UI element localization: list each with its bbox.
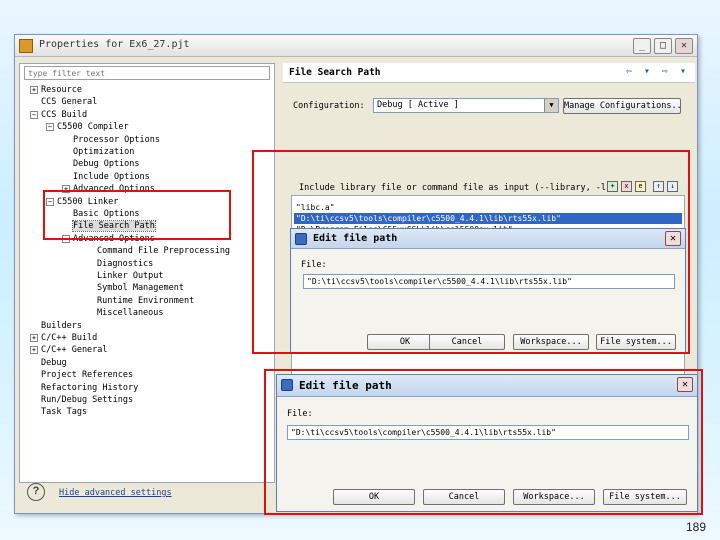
tree-item[interactable]: Builders bbox=[30, 320, 82, 332]
expand-icon[interactable]: + bbox=[30, 86, 38, 94]
tree-item[interactable]: Debug Options bbox=[62, 158, 140, 170]
manage-configurations-button[interactable]: Manage Configurations... bbox=[563, 98, 681, 114]
tree-item-label: Builders bbox=[41, 320, 82, 331]
maximize-button[interactable]: □ bbox=[654, 38, 672, 54]
tree-item[interactable]: − C5500 Compiler bbox=[46, 121, 129, 133]
tree-item-label: Run/Debug Settings bbox=[41, 395, 134, 405]
tree-item-label: CCS General bbox=[41, 97, 98, 108]
tree-item[interactable]: CCS General bbox=[30, 96, 97, 108]
tree-item[interactable]: + Resource bbox=[30, 84, 82, 96]
tree-item[interactable]: Command File Preprocessing bbox=[86, 245, 230, 257]
tree-item-label: Symbol Management bbox=[97, 283, 184, 294]
tree-item-label: Project References bbox=[41, 370, 134, 381]
tree-item[interactable]: − CCS Build bbox=[30, 109, 87, 121]
tree-item-label: C5500 Compiler bbox=[57, 122, 129, 133]
minimize-button[interactable]: _ bbox=[633, 38, 651, 54]
tree-item-label: Include Options bbox=[73, 171, 150, 182]
collapse-icon[interactable]: − bbox=[46, 123, 54, 132]
app-icon bbox=[19, 39, 33, 53]
tree-item-label: Optimization bbox=[73, 147, 135, 157]
tree-item-label: Diagnostics bbox=[97, 258, 154, 269]
settings-tree-pane: +ResourceCCS General−CCS Build−C5500 Com… bbox=[19, 63, 275, 483]
window-titlebar[interactable]: Properties for Ex6_27.pjt _ □ ✕ bbox=[15, 35, 697, 57]
expand-icon[interactable]: + bbox=[30, 334, 38, 342]
tree-item-label: Task Tags bbox=[41, 407, 88, 418]
tree-item[interactable]: + C/C++ General bbox=[30, 344, 108, 356]
configuration-select[interactable]: Debug [ Active ] ▼ bbox=[373, 98, 559, 113]
tree-item[interactable]: + C/C++ Build bbox=[30, 332, 97, 344]
tree-item[interactable]: Processor Options bbox=[62, 134, 160, 146]
highlight-box-dialog bbox=[264, 369, 703, 515]
tree-item[interactable]: Run/Debug Settings bbox=[30, 394, 133, 406]
tree-item-label: Debug Options bbox=[73, 159, 140, 170]
section-header: File Search Path ⇦ ▾ ⇨ ▾ bbox=[283, 63, 695, 83]
tree-item-label: Miscellaneous bbox=[97, 308, 164, 319]
tree-item-label: Command File Preprocessing bbox=[97, 246, 231, 257]
tree-item-label: C/C++ Build bbox=[41, 333, 98, 343]
tree-item[interactable]: Task Tags bbox=[30, 406, 87, 418]
tree-item[interactable]: Project References bbox=[30, 369, 133, 381]
highlight-box-tree bbox=[43, 190, 231, 240]
tree-item-label: Runtime Environment bbox=[97, 295, 195, 306]
tree-item-label: Resource bbox=[41, 85, 82, 95]
help-icon[interactable]: ? bbox=[27, 483, 45, 501]
section-title: File Search Path bbox=[289, 67, 381, 78]
tree-item[interactable]: Optimization bbox=[62, 146, 134, 158]
tree-item-label: Processor Options bbox=[73, 134, 160, 145]
page-number: 189 bbox=[685, 520, 706, 534]
nav-arrows-icon[interactable]: ⇦ ▾ ⇨ ▾ bbox=[626, 66, 689, 77]
collapse-icon[interactable]: − bbox=[30, 110, 38, 119]
highlight-box-list bbox=[252, 150, 690, 354]
configuration-value: Debug [ Active ] bbox=[377, 100, 459, 110]
tree-item[interactable]: Diagnostics bbox=[86, 258, 153, 270]
tree-item-label: C/C++ General bbox=[41, 345, 108, 356]
close-button[interactable]: ✕ bbox=[675, 38, 693, 54]
tree-item[interactable]: Debug bbox=[30, 357, 67, 369]
chevron-down-icon[interactable]: ▼ bbox=[544, 99, 558, 112]
tree-item-label: Debug bbox=[41, 357, 67, 368]
tree-item-label: Refactoring History bbox=[41, 382, 139, 393]
tree-item[interactable]: Linker Output bbox=[86, 270, 164, 282]
window-title: Properties for Ex6_27.pjt bbox=[39, 39, 190, 50]
configuration-label: Configuration: bbox=[293, 101, 365, 111]
tree-item[interactable]: Include Options bbox=[62, 171, 150, 183]
tree-item[interactable]: Symbol Management bbox=[86, 282, 184, 294]
expand-icon[interactable]: + bbox=[30, 346, 38, 355]
tree-item[interactable]: Miscellaneous bbox=[86, 307, 164, 319]
tree-item-label: CCS Build bbox=[41, 109, 88, 120]
tree-item[interactable]: Runtime Environment bbox=[86, 295, 194, 307]
tree-item-label: Linker Output bbox=[97, 271, 164, 281]
filter-input[interactable] bbox=[24, 66, 270, 80]
tree-item[interactable]: Refactoring History bbox=[30, 382, 138, 394]
hide-advanced-settings-link[interactable]: Hide advanced settings bbox=[59, 488, 172, 498]
